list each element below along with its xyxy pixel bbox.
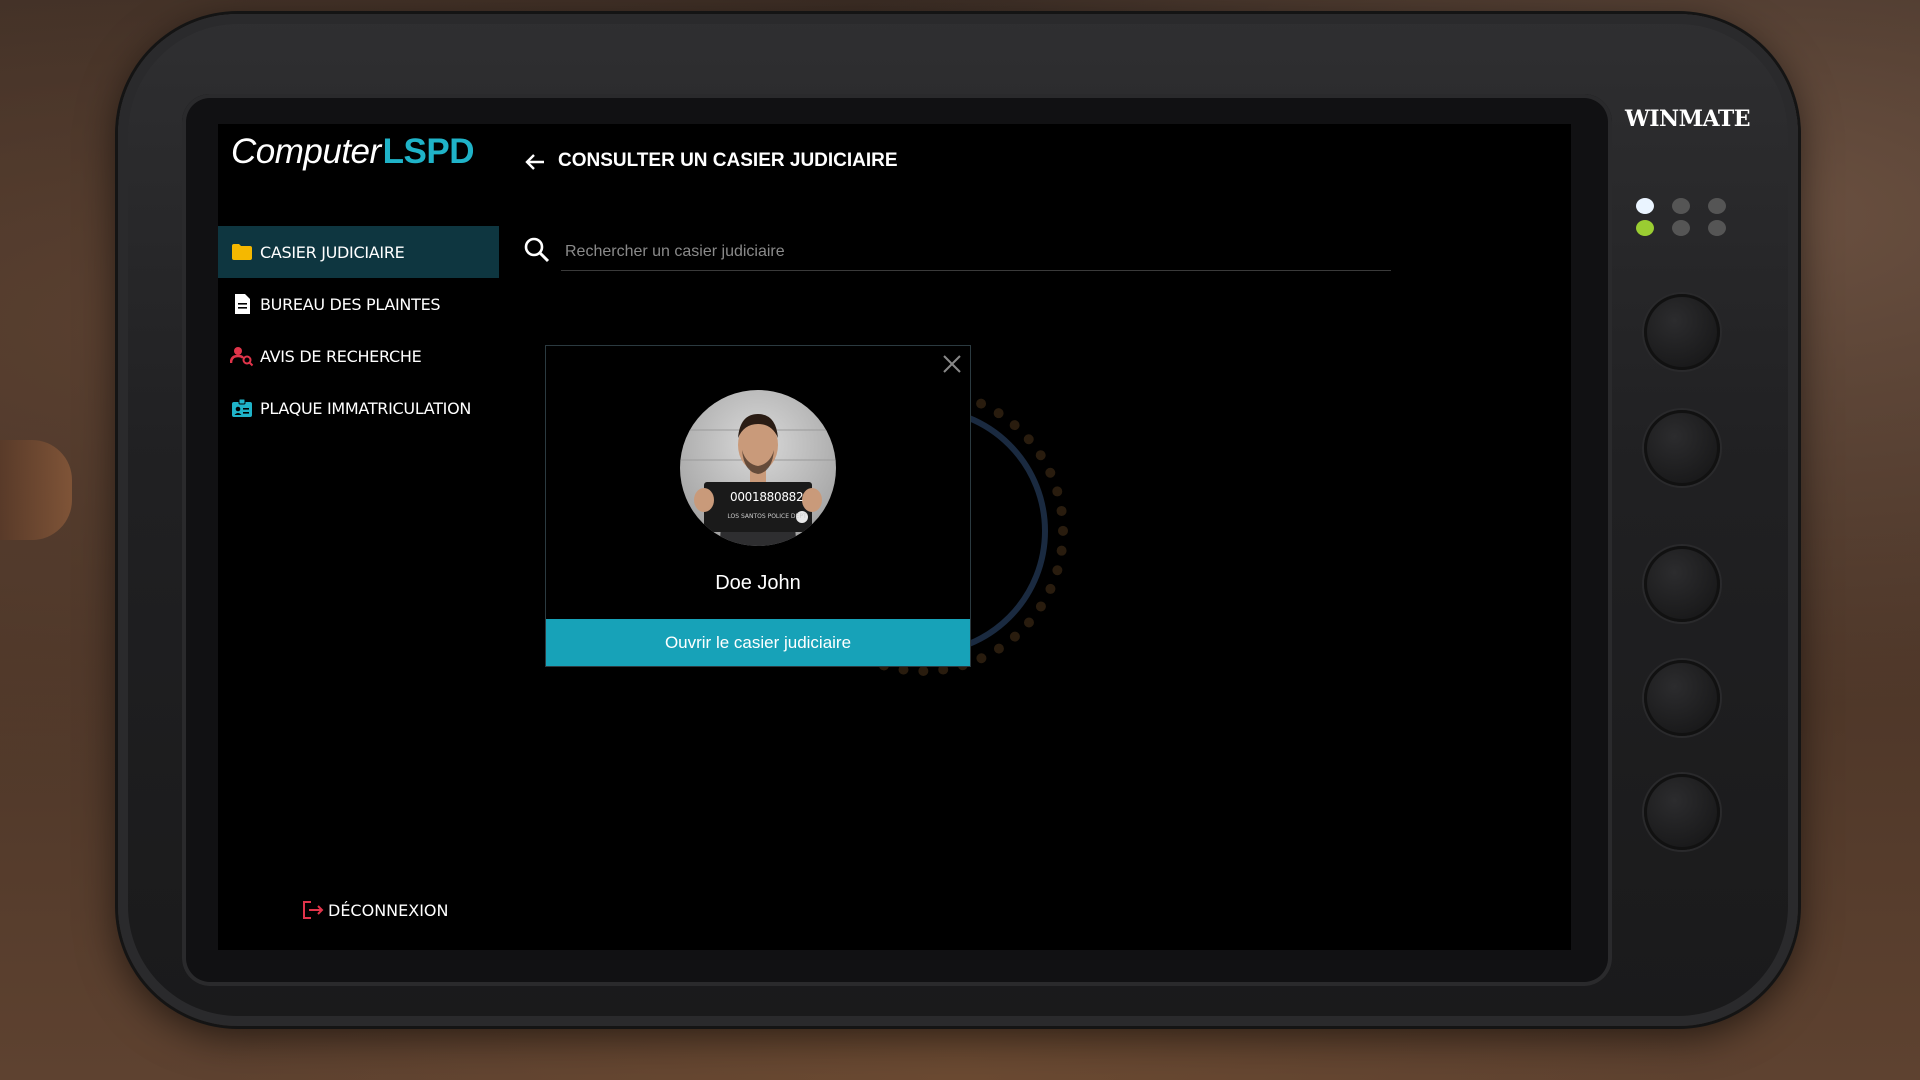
power-indicator-icon [1636, 198, 1654, 214]
document-icon [230, 292, 254, 316]
app-logo: ComputerLSPD [231, 132, 475, 172]
logout-icon [302, 900, 324, 920]
search-input[interactable] [561, 234, 1391, 271]
sidebar-item-label: PLAQUE IMMATRICULATION [260, 398, 472, 418]
app-screen: ComputerLSPD CASIER JUDICIAIRE BUREAU DE… [218, 124, 1571, 950]
user-search-icon [230, 344, 254, 368]
mugshot-number: 0001880882 [730, 490, 804, 504]
sidebar-nav: CASIER JUDICIAIRE BUREAU DES PLAINTES AV… [218, 226, 499, 434]
menu-indicator-icon [1672, 220, 1690, 236]
sidebar-item-label: BUREAU DES PLAINTES [260, 294, 441, 314]
logo-accent: LSPD [382, 132, 475, 171]
logout-button[interactable]: DÉCONNEXION [302, 900, 448, 920]
sidebar-item-label: AVIS DE RECHERCHE [260, 346, 422, 366]
logout-label: DÉCONNEXION [328, 900, 449, 920]
close-icon[interactable] [940, 352, 964, 376]
record-card: 0001880882 LOS SANTOS POLICE DEPT Doe Jo… [545, 345, 971, 667]
sidebar-item-label: CASIER JUDICIAIRE [260, 242, 405, 262]
logo-main: Computer [231, 132, 381, 171]
mugshot-illustration [680, 414, 836, 546]
wifi-indicator-icon [1636, 220, 1654, 236]
hardware-home-button[interactable] [1644, 410, 1720, 486]
back-arrow-icon[interactable] [523, 150, 547, 174]
hardware-f2-button[interactable] [1644, 660, 1720, 736]
page-title: CONSULTER UN CASIER JUDICIAIRE [558, 150, 898, 171]
search-icon [523, 236, 551, 264]
hardware-power-button[interactable] [1644, 294, 1720, 370]
folder-icon [230, 240, 254, 264]
device-indicators [1636, 198, 1726, 242]
hardware-f1-button[interactable] [1644, 546, 1720, 622]
sidebar-item-bureau-des-plaintes[interactable]: BUREAU DES PLAINTES [218, 278, 499, 330]
brightness-indicator-icon [1708, 198, 1726, 214]
avatar: 0001880882 LOS SANTOS POLICE DEPT [680, 390, 836, 546]
background-hand [0, 440, 72, 540]
hardware-f3-button[interactable] [1644, 774, 1720, 850]
id-card-icon [230, 396, 254, 420]
sidebar-item-plaque-immatriculation[interactable]: PLAQUE IMMATRICULATION [218, 382, 499, 434]
camera-indicator-icon [1708, 220, 1726, 236]
record-name: Doe John [715, 572, 801, 594]
sidebar-item-avis-de-recherche[interactable]: AVIS DE RECHERCHE [218, 330, 499, 382]
open-record-button[interactable]: Ouvrir le casier judiciaire [546, 619, 970, 666]
battery-indicator-icon [1672, 198, 1690, 214]
sidebar-item-casier-judiciaire[interactable]: CASIER JUDICIAIRE [218, 226, 499, 278]
device-brand: WINMATE [1625, 106, 1750, 132]
mugshot-caption: LOS SANTOS POLICE DEPT [727, 513, 807, 520]
